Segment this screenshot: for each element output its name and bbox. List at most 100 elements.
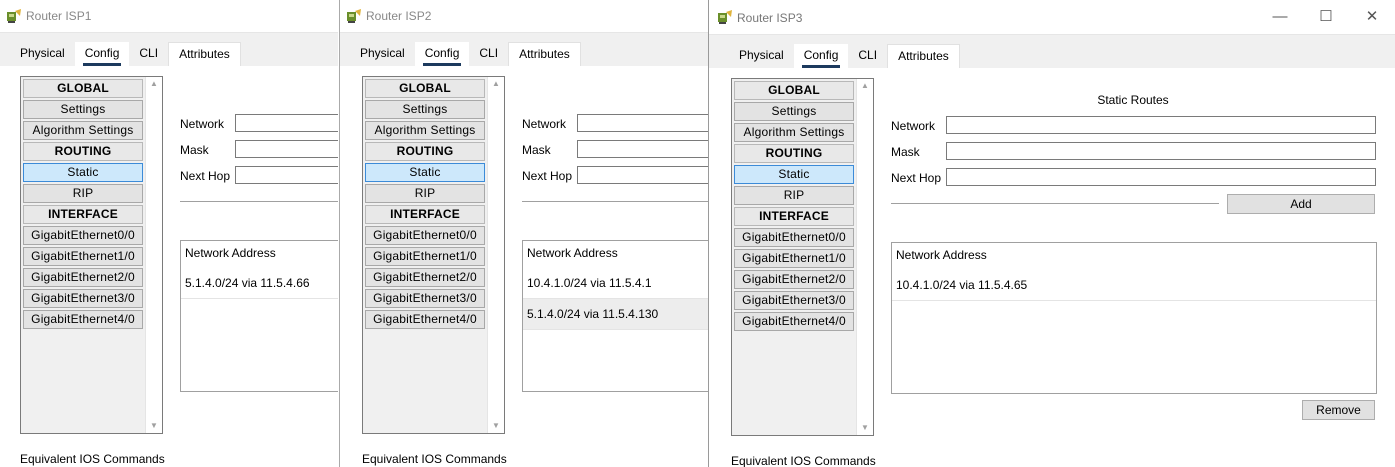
mask-field[interactable]: [235, 140, 338, 158]
next-hop-field[interactable]: [235, 166, 338, 184]
nav-item-gig2-0[interactable]: GigabitEthernet2/0: [23, 268, 143, 287]
nav-scrollbar[interactable]: ▲ ▼: [856, 79, 873, 435]
tab-label: Config: [424, 46, 460, 60]
routes-list[interactable]: Network Address 10.4.1.0/24 via 11.5.4.6…: [891, 242, 1377, 394]
tab-attributes[interactable]: Attributes: [508, 42, 581, 67]
config-nav: GLOBAL Settings Algorithm Settings ROUTI…: [362, 76, 505, 434]
next-hop-label: Next Hop: [180, 169, 231, 183]
route-row[interactable]: 10.4.1.0/24 via 11.5.4.1: [523, 268, 708, 299]
routes-list[interactable]: Network Address 10.4.1.0/24 via 11.5.4.1…: [522, 240, 708, 392]
nav-item-static[interactable]: Static: [23, 163, 143, 182]
nav-item-gig3-0[interactable]: GigabitEthernet3/0: [365, 289, 485, 308]
separator: [180, 201, 338, 203]
maximize-icon[interactable]: ☐: [1304, 6, 1348, 28]
tab-label: Physical: [360, 46, 405, 60]
scroll-down-icon[interactable]: ▼: [146, 419, 162, 433]
tab-label: Physical: [739, 48, 784, 62]
tab-bar: Physical Config CLI Attributes: [350, 42, 581, 67]
nav-item-gig1-0[interactable]: GigabitEthernet1/0: [23, 247, 143, 266]
close-icon[interactable]: ✕: [1350, 6, 1394, 28]
remove-button[interactable]: Remove: [1302, 400, 1375, 420]
nav-header-interface: INTERFACE: [734, 207, 854, 226]
network-label: Network: [891, 119, 936, 133]
router-icon: [718, 10, 732, 24]
nav-item-rip[interactable]: RIP: [734, 186, 854, 205]
nav-header-routing: ROUTING: [23, 142, 143, 161]
nav-header-interface: INTERFACE: [23, 205, 143, 224]
nav-header-routing: ROUTING: [365, 142, 485, 161]
scroll-up-icon[interactable]: ▲: [857, 79, 873, 93]
tab-physical[interactable]: Physical: [729, 44, 794, 68]
tab-cli[interactable]: CLI: [469, 42, 509, 66]
route-row[interactable]: 5.1.4.0/24 via 11.5.4.66: [181, 268, 338, 299]
nav-item-rip[interactable]: RIP: [365, 184, 485, 203]
tab-config[interactable]: Config: [74, 42, 130, 66]
nav-item-gig1-0[interactable]: GigabitEthernet1/0: [734, 249, 854, 268]
nav-item-gig2-0[interactable]: GigabitEthernet2/0: [365, 268, 485, 287]
tab-bar: Physical Config CLI Attributes: [729, 44, 960, 69]
tab-cli[interactable]: CLI: [848, 44, 888, 68]
nav-header-routing: ROUTING: [734, 144, 854, 163]
routes-list[interactable]: Network Address 5.1.4.0/24 via 11.5.4.66: [180, 240, 338, 392]
config-nav: GLOBAL Settings Algorithm Settings ROUTI…: [20, 76, 163, 434]
router-isp1-window: Router ISP1 Physical Config CLI Attribut…: [0, 0, 338, 467]
next-hop-label: Next Hop: [891, 171, 942, 185]
nav-scrollbar[interactable]: ▲ ▼: [145, 77, 162, 433]
tab-label: Physical: [20, 46, 65, 60]
nav-item-gig3-0[interactable]: GigabitEthernet3/0: [23, 289, 143, 308]
nav-item-gig0-0[interactable]: GigabitEthernet0/0: [23, 226, 143, 245]
tab-label: Config: [803, 48, 839, 62]
nav-item-rip[interactable]: RIP: [23, 184, 143, 203]
tab-attributes[interactable]: Attributes: [168, 42, 241, 67]
next-hop-field[interactable]: [577, 166, 708, 184]
nav-item-algorithm-settings[interactable]: Algorithm Settings: [365, 121, 485, 140]
route-row[interactable]: 5.1.4.0/24 via 11.5.4.130: [523, 299, 708, 330]
add-button[interactable]: Add: [1227, 194, 1375, 214]
tab-physical[interactable]: Physical: [350, 42, 415, 66]
minimize-icon[interactable]: —: [1258, 6, 1302, 28]
network-field[interactable]: [235, 114, 338, 132]
tab-cli[interactable]: CLI: [129, 42, 169, 66]
nav-item-algorithm-settings[interactable]: Algorithm Settings: [23, 121, 143, 140]
nav-scrollbar[interactable]: ▲ ▼: [487, 77, 504, 433]
equivalent-ios-label: Equivalent IOS Commands: [731, 454, 876, 467]
window-title: Router ISP1: [26, 9, 92, 23]
nav-item-gig4-0[interactable]: GigabitEthernet4/0: [23, 310, 143, 329]
config-content: GLOBAL Settings Algorithm Settings ROUTI…: [340, 66, 708, 467]
route-row[interactable]: 10.4.1.0/24 via 11.5.4.65: [892, 270, 1376, 301]
nav-item-settings[interactable]: Settings: [734, 102, 854, 121]
tab-label: CLI: [479, 46, 499, 60]
router-icon: [7, 9, 21, 23]
nav-item-gig0-0[interactable]: GigabitEthernet0/0: [365, 226, 485, 245]
mask-field[interactable]: [577, 140, 708, 158]
nav-item-static[interactable]: Static: [734, 165, 854, 184]
scroll-up-icon[interactable]: ▲: [146, 77, 162, 91]
scroll-down-icon[interactable]: ▼: [488, 419, 504, 433]
equivalent-ios-label: Equivalent IOS Commands: [20, 452, 165, 466]
nav-list: GLOBAL Settings Algorithm Settings ROUTI…: [733, 80, 855, 434]
nav-item-gig3-0[interactable]: GigabitEthernet3/0: [734, 291, 854, 310]
network-field[interactable]: [577, 114, 708, 132]
scroll-down-icon[interactable]: ▼: [857, 421, 873, 435]
nav-item-settings[interactable]: Settings: [365, 100, 485, 119]
window-title: Router ISP2: [366, 9, 432, 23]
nav-item-gig0-0[interactable]: GigabitEthernet0/0: [734, 228, 854, 247]
nav-item-gig2-0[interactable]: GigabitEthernet2/0: [734, 270, 854, 289]
next-hop-field[interactable]: [946, 168, 1376, 186]
network-field[interactable]: [946, 116, 1376, 134]
nav-item-gig4-0[interactable]: GigabitEthernet4/0: [365, 310, 485, 329]
tab-config[interactable]: Config: [793, 44, 849, 68]
nav-item-static[interactable]: Static: [365, 163, 485, 182]
nav-item-gig4-0[interactable]: GigabitEthernet4/0: [734, 312, 854, 331]
nav-item-settings[interactable]: Settings: [23, 100, 143, 119]
next-hop-label: Next Hop: [522, 169, 573, 183]
window-title: Router ISP3: [737, 11, 803, 25]
tab-physical[interactable]: Physical: [10, 42, 75, 66]
nav-list: GLOBAL Settings Algorithm Settings ROUTI…: [364, 78, 486, 432]
nav-item-algorithm-settings[interactable]: Algorithm Settings: [734, 123, 854, 142]
mask-field[interactable]: [946, 142, 1376, 160]
scroll-up-icon[interactable]: ▲: [488, 77, 504, 91]
tab-config[interactable]: Config: [414, 42, 470, 66]
nav-item-gig1-0[interactable]: GigabitEthernet1/0: [365, 247, 485, 266]
tab-attributes[interactable]: Attributes: [887, 44, 960, 69]
